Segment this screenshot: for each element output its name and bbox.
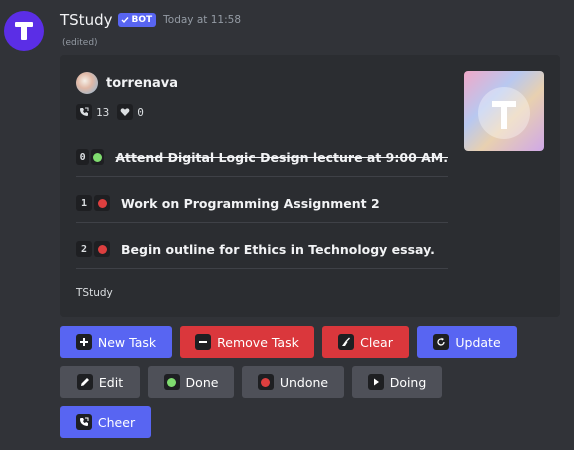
author-name: torrenava xyxy=(106,75,179,91)
task-text: Attend Digital Logic Design lecture at 9… xyxy=(115,149,448,165)
embed-stats: 13 0 xyxy=(76,104,148,120)
like-count: 0 xyxy=(137,105,144,119)
check-icon xyxy=(121,17,130,24)
remove-task-label: Remove Task xyxy=(217,334,299,350)
doing-label: Doing xyxy=(389,374,427,390)
done-label: Done xyxy=(185,374,219,390)
edit-label: Edit xyxy=(98,374,124,390)
red-circle-icon xyxy=(257,374,274,390)
task-text: Work on Programming Assignment 2 xyxy=(121,195,380,211)
author-avatar xyxy=(76,72,98,94)
task-divider xyxy=(76,176,448,177)
pencil-icon xyxy=(76,374,93,390)
task-text: Begin outline for Ethics in Technology e… xyxy=(121,241,435,257)
task-divider xyxy=(76,268,448,269)
cheer-label: Cheer xyxy=(97,414,136,430)
edited-label: (edited) xyxy=(62,38,98,48)
embed-author: torrenava xyxy=(76,72,178,94)
task-row-1: 1 Work on Programming Assignment 2 xyxy=(76,191,448,215)
clear-label: Clear xyxy=(360,334,393,350)
done-button[interactable]: Done xyxy=(148,366,234,398)
phone-icon xyxy=(75,414,92,430)
tstudy-thumbnail-logo-icon xyxy=(478,87,530,139)
bot-avatar[interactable] xyxy=(4,11,44,51)
cheer-button[interactable]: Cheer xyxy=(60,406,151,438)
new-task-label: New Task xyxy=(97,334,157,350)
new-task-button[interactable]: New Task xyxy=(60,326,172,358)
task-row-2: 2 Begin outline for Ethics in Technology… xyxy=(76,237,448,261)
remove-task-button[interactable]: Remove Task xyxy=(180,326,314,358)
green-circle-icon xyxy=(163,374,180,390)
undone-button[interactable]: Undone xyxy=(242,366,344,398)
message-header: TStudy BOT Today at 11:58 xyxy=(60,11,241,29)
broom-icon xyxy=(338,334,355,350)
task-number: 1 xyxy=(76,195,92,211)
task-status-undone-icon xyxy=(94,241,110,257)
embed-footer: TStudy xyxy=(76,287,113,299)
task-number: 0 xyxy=(76,149,90,165)
clear-button[interactable]: Clear xyxy=(322,326,409,358)
heart-icon xyxy=(117,104,134,120)
task-status-undone-icon xyxy=(94,195,110,211)
plus-icon xyxy=(75,334,92,350)
task-number: 2 xyxy=(76,241,92,257)
cheer-count: 13 xyxy=(96,105,110,119)
undone-label: Undone xyxy=(279,374,329,390)
doing-button[interactable]: Doing xyxy=(352,366,442,398)
update-button[interactable]: Update xyxy=(417,326,517,358)
task-row-0: 0 Attend Digital Logic Design lecture at… xyxy=(76,145,448,169)
cheer-icon xyxy=(76,104,92,120)
edit-button[interactable]: Edit xyxy=(60,366,140,398)
bot-tag-label: BOT xyxy=(131,15,153,25)
bot-tag: BOT xyxy=(118,13,157,27)
update-label: Update xyxy=(455,334,501,350)
bot-username[interactable]: TStudy xyxy=(60,11,112,29)
message-timestamp: Today at 11:58 xyxy=(163,14,241,26)
embed-thumbnail[interactable] xyxy=(464,71,544,151)
task-status-done-icon xyxy=(91,149,105,165)
task-divider xyxy=(76,222,448,223)
task-embed: torrenava 13 0 0 Attend Digital Logic De… xyxy=(60,55,560,317)
refresh-icon xyxy=(433,334,450,350)
minus-icon xyxy=(195,334,212,350)
tstudy-logo-icon xyxy=(15,22,33,40)
play-icon xyxy=(367,374,384,390)
